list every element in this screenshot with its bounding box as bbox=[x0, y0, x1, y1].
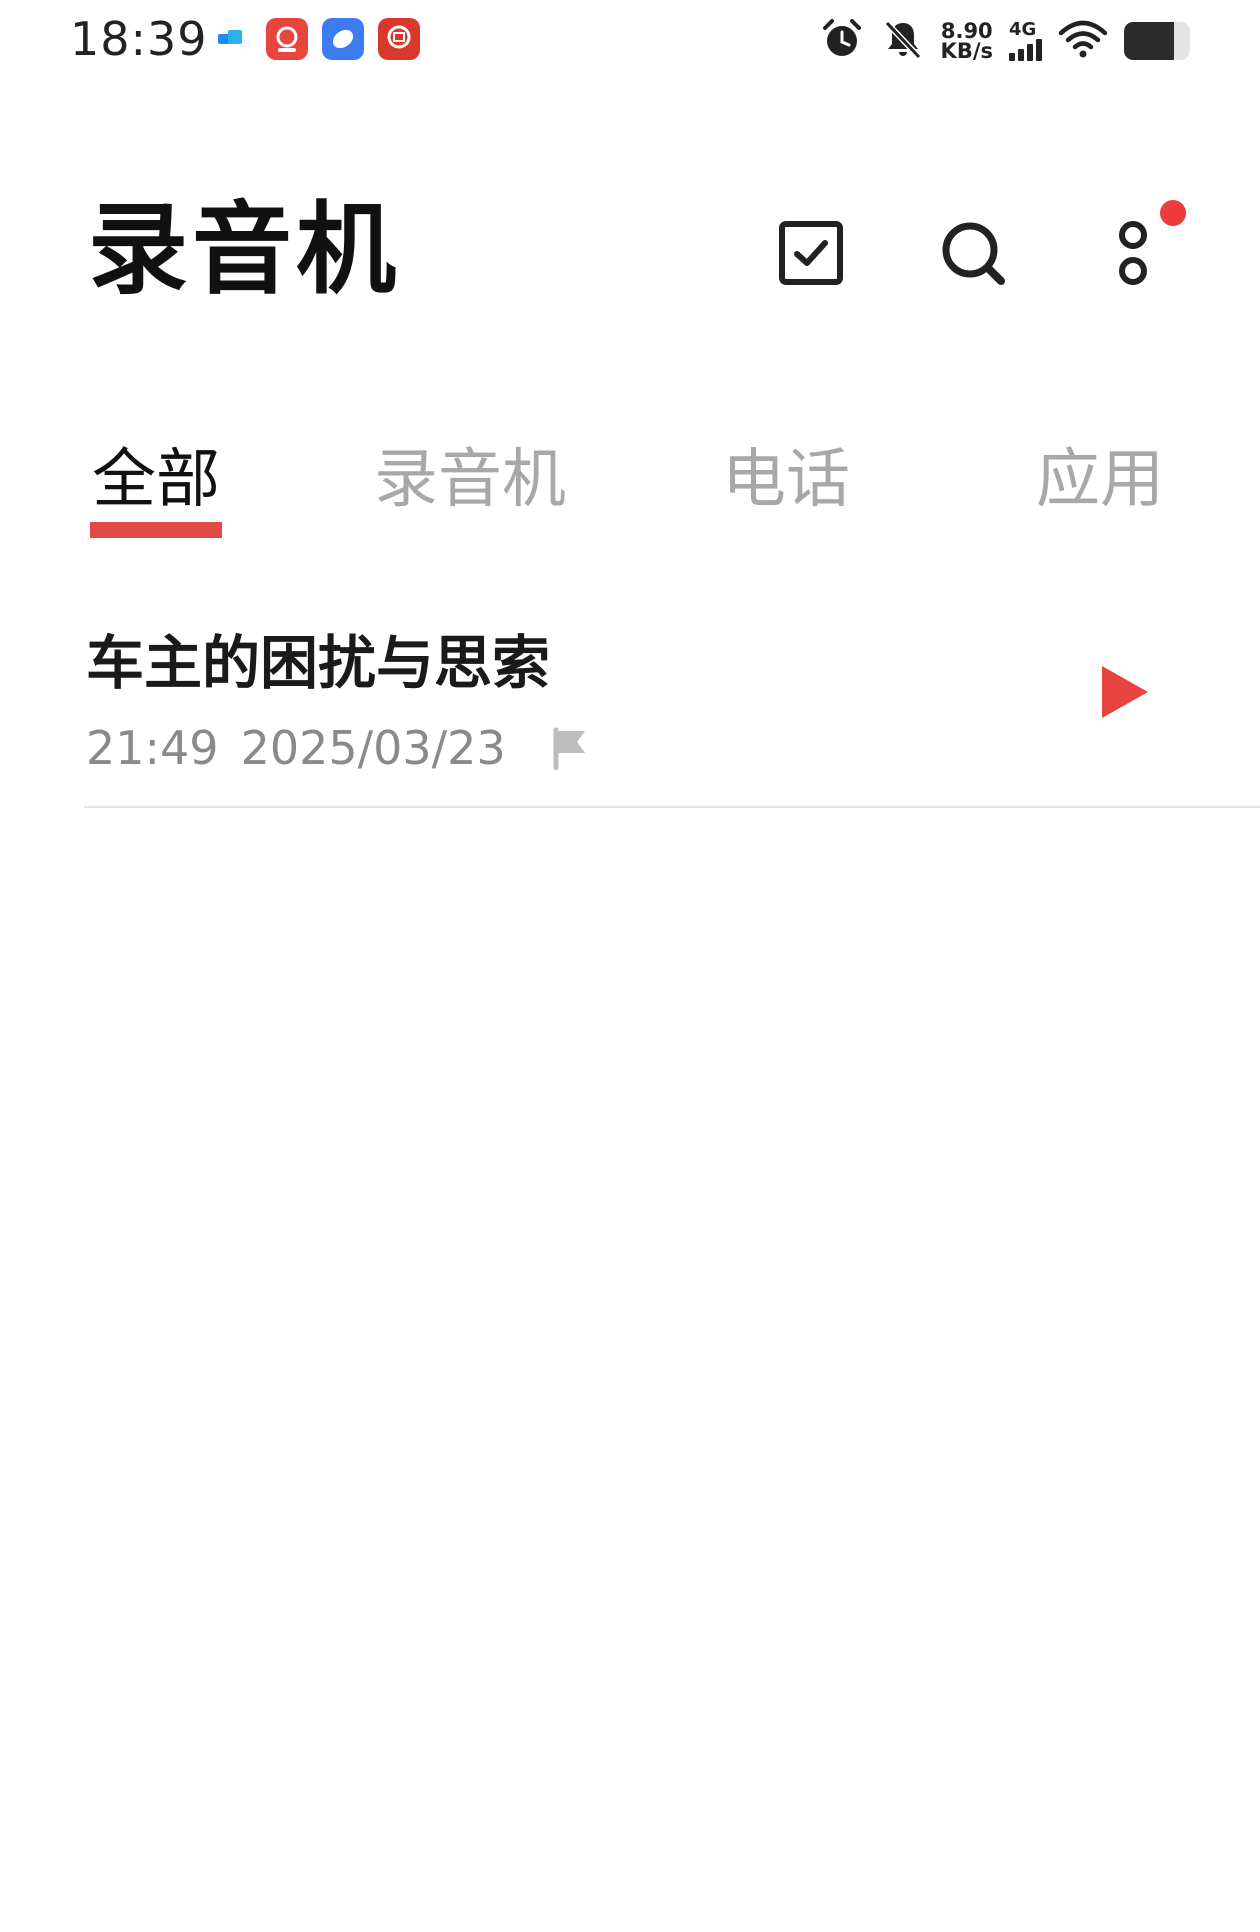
select-button[interactable] bbox=[766, 210, 856, 300]
list-item[interactable]: 车主的困扰与思索 21:49 2025/03/23 bbox=[84, 610, 1260, 808]
tab-all[interactable]: 全部 bbox=[92, 440, 220, 520]
recording-title: 车主的困扰与思索 bbox=[86, 629, 551, 697]
tab-recorder[interactable]: 录音机 bbox=[374, 440, 566, 520]
net-speed: 8.90 KB/s bbox=[940, 19, 993, 63]
alarm-icon bbox=[819, 16, 865, 66]
recording-meta: 21:49 2025/03/23 bbox=[86, 720, 590, 776]
browser-icon bbox=[322, 18, 364, 60]
select-icon bbox=[776, 218, 846, 292]
flag-icon bbox=[550, 726, 590, 770]
recording-date: 2025/03/23 bbox=[240, 721, 506, 775]
status-time: 18:39 bbox=[70, 12, 208, 66]
bell-off-icon bbox=[881, 17, 925, 65]
play-icon bbox=[1096, 662, 1152, 726]
search-icon bbox=[937, 217, 1009, 293]
tab-active-indicator bbox=[90, 522, 222, 538]
message-app-icon bbox=[210, 18, 252, 60]
notification-dot bbox=[1160, 200, 1186, 226]
taobao-icon bbox=[266, 18, 308, 60]
signal-icon: 4G bbox=[1009, 21, 1042, 61]
play-button[interactable] bbox=[1084, 654, 1164, 734]
net-type: 4G bbox=[1009, 19, 1037, 40]
notification-icons bbox=[210, 18, 420, 60]
recording-time: 21:49 bbox=[86, 721, 219, 775]
battery-icon bbox=[1124, 22, 1190, 60]
more-icon bbox=[1103, 213, 1163, 297]
battery-level bbox=[1124, 22, 1174, 60]
system-icons: 8.90 KB/s 4G bbox=[819, 16, 1190, 66]
search-button[interactable] bbox=[928, 210, 1018, 300]
tab-phone[interactable]: 电话 bbox=[722, 440, 850, 520]
net-speed-value: 8.90 bbox=[940, 19, 993, 43]
wifi-icon bbox=[1058, 19, 1108, 63]
net-speed-unit: KB/s bbox=[940, 39, 993, 63]
status-bar: 18:39 8.90 KB/s 4G bbox=[0, 0, 1260, 80]
header-actions bbox=[0, 210, 1260, 300]
tab-apps[interactable]: 应用 bbox=[1036, 440, 1164, 520]
bank-icon bbox=[378, 18, 420, 60]
